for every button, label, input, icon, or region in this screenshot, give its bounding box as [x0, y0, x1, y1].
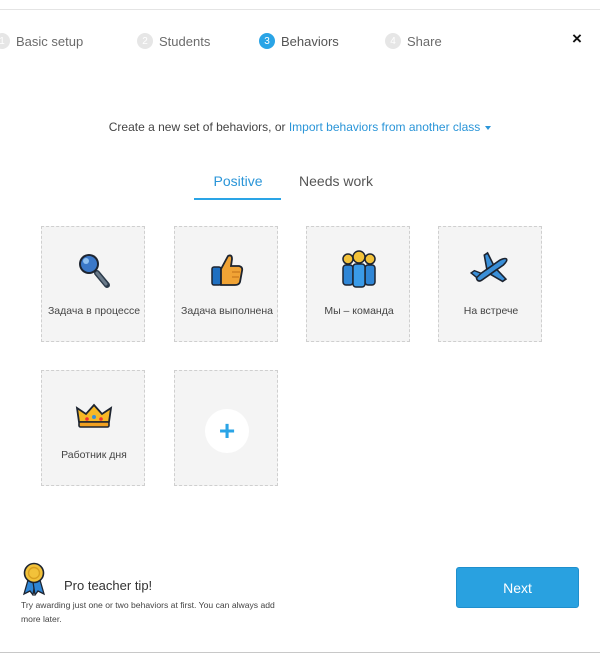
step-number: 4 — [385, 33, 401, 49]
bottom-divider — [0, 652, 600, 653]
behavior-label: Задача в процессе — [47, 305, 141, 317]
thumbs-up-icon — [175, 249, 277, 291]
step-number: 2 — [137, 33, 153, 49]
caret-down-icon — [485, 125, 492, 130]
close-icon[interactable]: × — [568, 30, 586, 48]
step-number: 1 — [0, 33, 10, 49]
tip-body: Try awarding just one or two behaviors a… — [21, 600, 275, 624]
tip-title: Pro teacher tip! — [64, 578, 153, 593]
tab-needs-work[interactable]: Needs work — [290, 173, 382, 189]
step-share[interactable]: 4 Share — [385, 33, 442, 49]
step-label: Share — [407, 33, 442, 49]
active-tab-indicator — [194, 198, 281, 200]
step-label: Behaviors — [281, 33, 339, 49]
intro-line: Create a new set of behaviors, or Import… — [0, 120, 600, 134]
step-label: Students — [159, 33, 211, 49]
team-icon — [307, 249, 409, 291]
behavior-tile[interactable]: Работник дня — [41, 370, 145, 486]
step-students[interactable]: 2 Students — [137, 33, 210, 49]
next-button[interactable]: Next — [456, 567, 579, 608]
step-basic-setup[interactable]: 1 Basic setup — [0, 33, 83, 49]
import-behaviors-link[interactable]: Import behaviors from another class — [288, 120, 492, 134]
airplane-icon — [439, 249, 541, 291]
behavior-label: Задача выполнена — [181, 305, 273, 317]
behavior-label: Работник дня — [61, 449, 127, 461]
step-label: Basic setup — [16, 33, 84, 49]
behavior-tile[interactable]: На встрече — [438, 226, 542, 342]
top-divider — [0, 9, 600, 10]
behavior-tile[interactable]: Мы – команда — [306, 226, 410, 342]
microphone-icon — [42, 249, 144, 291]
behavior-tile[interactable]: Задача выполнена — [174, 226, 278, 342]
step-behaviors[interactable]: 3 Behaviors — [259, 33, 339, 49]
behavior-label: Мы – команда — [324, 305, 394, 317]
add-behavior-tile[interactable]: + — [174, 370, 278, 486]
tab-positive[interactable]: Positive — [196, 173, 280, 189]
import-behaviors-label: Import behaviors from another class — [288, 120, 481, 134]
behavior-label: На встрече — [463, 305, 519, 317]
intro-text: Create a new set of behaviors, or — [108, 120, 289, 134]
behavior-tile[interactable]: Задача в процессе — [41, 226, 145, 342]
crown-icon — [42, 399, 144, 433]
ribbon-award-icon — [21, 562, 47, 597]
step-number: 3 — [259, 33, 275, 49]
plus-icon: + — [205, 409, 249, 453]
